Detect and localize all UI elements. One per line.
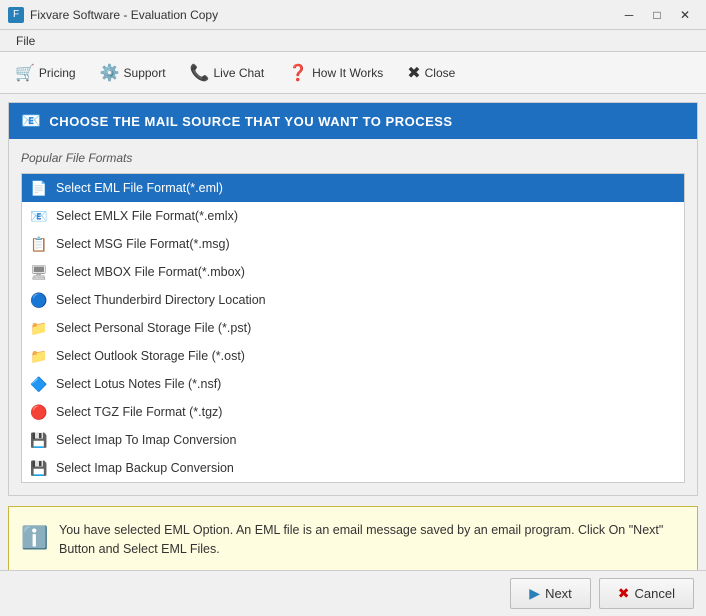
support-button[interactable]: ⚙️ Support — [89, 56, 177, 90]
format-icon-tgz: 🔴 — [30, 403, 48, 421]
format-label-mbox: Select MBOX File Format(*.mbox) — [56, 265, 245, 279]
format-icon-eml: 📄 — [30, 179, 48, 197]
format-icon-mbox: 🖥 — [30, 263, 48, 281]
how-it-works-icon: ❓ — [288, 63, 308, 83]
close-app-button[interactable]: ✖ Close — [396, 56, 466, 90]
format-label-emlx: Select EMLX File Format(*.emlx) — [56, 209, 238, 223]
info-icon: ℹ️ — [21, 521, 48, 554]
format-icon-msg: 📋 — [30, 235, 48, 253]
format-list: 📄 Select EML File Format(*.eml) 📧 Select… — [21, 173, 685, 483]
next-icon: ▶ — [529, 585, 540, 602]
toolbar: 🛒 Pricing ⚙️ Support 📞 Live Chat ❓ How I… — [0, 52, 706, 94]
format-label-imap-backup: Select Imap Backup Conversion — [56, 461, 234, 475]
close-app-icon: ✖ — [407, 63, 420, 83]
support-icon: ⚙️ — [100, 63, 120, 83]
pricing-icon: 🛒 — [15, 63, 35, 83]
info-text: You have selected EML Option. An EML fil… — [59, 523, 663, 556]
format-icon-ost: 📁 — [30, 347, 48, 365]
window-controls: ─ □ ✕ — [616, 5, 698, 25]
maximize-button[interactable]: □ — [644, 5, 670, 25]
pricing-button[interactable]: 🛒 Pricing — [4, 56, 87, 90]
format-icon-nsf: 🔷 — [30, 375, 48, 393]
format-item-imap[interactable]: 💾 Select Imap To Imap Conversion — [22, 426, 684, 454]
menu-bar: File — [0, 30, 706, 52]
live-chat-button[interactable]: 📞 Live Chat — [179, 56, 276, 90]
app-window: F Fixvare Software - Evaluation Copy ─ □… — [0, 0, 706, 616]
format-icon-imap: 💾 — [30, 431, 48, 449]
window-title: Fixvare Software - Evaluation Copy — [30, 8, 218, 22]
format-item-tgz[interactable]: 🔴 Select TGZ File Format (*.tgz) — [22, 398, 684, 426]
format-item-imap-backup[interactable]: 💾 Select Imap Backup Conversion — [22, 454, 684, 482]
format-label-tgz: Select TGZ File Format (*.tgz) — [56, 405, 222, 419]
format-item-eml[interactable]: 📄 Select EML File Format(*.eml) — [22, 174, 684, 202]
format-label-nsf: Select Lotus Notes File (*.nsf) — [56, 377, 221, 391]
minimize-button[interactable]: ─ — [616, 5, 642, 25]
title-bar-left: F Fixvare Software - Evaluation Copy — [8, 7, 218, 23]
bottom-bar: ▶ Next ✖ Cancel — [0, 570, 706, 616]
popular-label: Popular File Formats — [21, 151, 685, 165]
format-label-imap: Select Imap To Imap Conversion — [56, 433, 236, 447]
format-icon-emlx: 📧 — [30, 207, 48, 225]
app-icon: F — [8, 7, 24, 23]
format-item-thunderbird[interactable]: 🔵 Select Thunderbird Directory Location — [22, 286, 684, 314]
format-item-ost[interactable]: 📁 Select Outlook Storage File (*.ost) — [22, 342, 684, 370]
main-panel: 📧 CHOOSE THE MAIL SOURCE THAT YOU WANT T… — [8, 102, 698, 496]
live-chat-icon: 📞 — [190, 63, 210, 83]
how-it-works-button[interactable]: ❓ How It Works — [277, 56, 394, 90]
format-label-thunderbird: Select Thunderbird Directory Location — [56, 293, 266, 307]
close-app-label: Close — [425, 66, 456, 80]
format-label-ost: Select Outlook Storage File (*.ost) — [56, 349, 245, 363]
header-icon: 📧 — [21, 111, 41, 131]
format-label-pst: Select Personal Storage File (*.pst) — [56, 321, 251, 335]
menu-file[interactable]: File — [8, 32, 43, 50]
content-area: Popular File Formats 📄 Select EML File F… — [9, 139, 697, 495]
format-icon-imap-backup: 💾 — [30, 459, 48, 477]
title-bar: F Fixvare Software - Evaluation Copy ─ □… — [0, 0, 706, 30]
cancel-button[interactable]: ✖ Cancel — [599, 578, 694, 609]
format-label-msg: Select MSG File Format(*.msg) — [56, 237, 230, 251]
format-item-nsf[interactable]: 🔷 Select Lotus Notes File (*.nsf) — [22, 370, 684, 398]
format-icon-thunderbird: 🔵 — [30, 291, 48, 309]
format-item-mbox[interactable]: 🖥 Select MBOX File Format(*.mbox) — [22, 258, 684, 286]
next-button[interactable]: ▶ Next — [510, 578, 591, 609]
cancel-icon: ✖ — [618, 585, 630, 602]
format-item-msg[interactable]: 📋 Select MSG File Format(*.msg) — [22, 230, 684, 258]
section-header-text: CHOOSE THE MAIL SOURCE THAT YOU WANT TO … — [49, 114, 452, 129]
next-label: Next — [545, 586, 572, 601]
format-icon-pst: 📁 — [30, 319, 48, 337]
cancel-label: Cancel — [635, 586, 675, 601]
close-window-button[interactable]: ✕ — [672, 5, 698, 25]
live-chat-label: Live Chat — [213, 66, 264, 80]
format-item-emlx[interactable]: 📧 Select EMLX File Format(*.emlx) — [22, 202, 684, 230]
section-header: 📧 CHOOSE THE MAIL SOURCE THAT YOU WANT T… — [9, 103, 697, 139]
format-label-eml: Select EML File Format(*.eml) — [56, 181, 223, 195]
pricing-label: Pricing — [39, 66, 76, 80]
format-item-pst[interactable]: 📁 Select Personal Storage File (*.pst) — [22, 314, 684, 342]
how-it-works-label: How It Works — [312, 66, 383, 80]
support-label: Support — [124, 66, 166, 80]
